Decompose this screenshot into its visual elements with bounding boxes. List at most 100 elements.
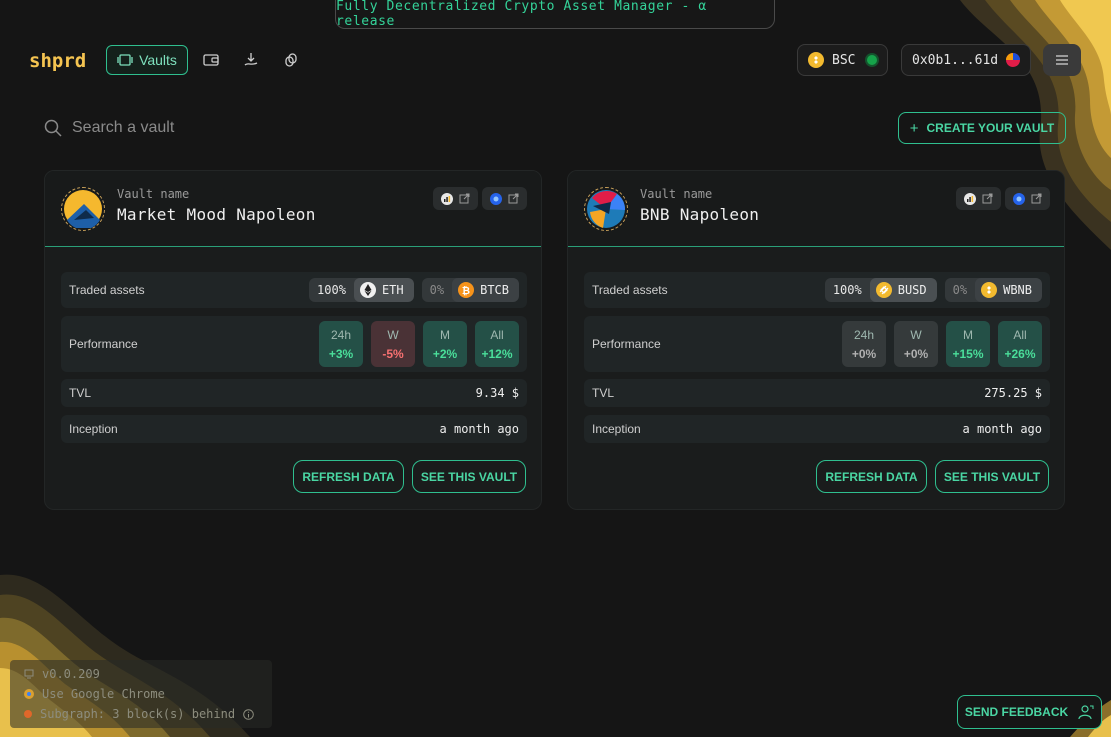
perf-24h: 24h +0% <box>842 321 886 367</box>
network-label: BSC <box>832 52 856 68</box>
asset-symbol: BTCB <box>480 283 509 297</box>
search-bar <box>44 116 344 140</box>
version-line: v0.0.209 <box>24 664 258 684</box>
create-vault-button[interactable]: + CREATE YOUR VAULT <box>898 112 1066 144</box>
wallet-nav-icon[interactable] <box>201 50 221 70</box>
app-logo[interactable]: shprd <box>29 50 86 72</box>
eth-icon <box>359 282 376 298</box>
perf-week: W -5% <box>371 321 415 367</box>
explorer-external-link[interactable] <box>1005 187 1050 210</box>
traded-assets-row: Traded assets 100% BUSD 0% WBNB <box>584 272 1050 308</box>
busd-icon <box>875 282 892 298</box>
vault-card: Vault name Market Mood Napoleon Traded a… <box>44 170 542 510</box>
info-icon[interactable] <box>243 708 254 720</box>
wallet-address: 0x0b1...61d <box>912 52 999 68</box>
refresh-data-button[interactable]: REFRESH DATA <box>816 460 927 493</box>
link-nav-icon[interactable] <box>281 50 301 70</box>
plus-icon: + <box>909 119 919 137</box>
see-vault-button[interactable]: SEE THIS VAULT <box>412 460 526 493</box>
browser-line: Use Google Chrome <box>24 684 258 704</box>
perf-all: All +26% <box>998 321 1042 367</box>
perf-value: +2% <box>432 346 458 361</box>
asset-symbol: ETH <box>381 283 404 297</box>
browser-text: Use Google Chrome <box>42 687 165 701</box>
perf-month: M +15% <box>946 321 990 367</box>
inception-value: a month ago <box>962 422 1042 436</box>
vault-icon <box>117 54 133 66</box>
tvl-label: TVL <box>69 386 92 400</box>
subgraph-text: Subgraph: 3 block(s) behind <box>40 707 236 721</box>
inception-label: Inception <box>592 422 641 436</box>
send-feedback-button[interactable]: SEND FEEDBACK <box>957 695 1102 729</box>
perf-value: +0% <box>851 346 877 361</box>
vault-avatar <box>584 187 628 231</box>
deposit-nav-icon[interactable] <box>241 50 261 70</box>
vault-card-header: Vault name BNB Napoleon <box>568 171 1064 247</box>
subgraph-line: Subgraph: 3 block(s) behind <box>24 704 258 724</box>
inception-value: a month ago <box>439 422 519 436</box>
chart-icon <box>964 192 976 205</box>
perf-value: +15% <box>952 346 984 361</box>
asset-token: ETH <box>353 278 414 302</box>
external-link-icon <box>982 193 993 204</box>
performance-label: Performance <box>69 337 138 351</box>
vault-logo-icon <box>587 190 625 228</box>
inception-row: Inception a month ago <box>61 415 527 443</box>
vault-name: Market Mood Napoleon <box>117 205 316 224</box>
see-vault-button[interactable]: SEE THIS VAULT <box>935 460 1049 493</box>
tvl-value: 275.25 $ <box>984 386 1042 400</box>
release-banner: Fully Decentralized Crypto Asset Manager… <box>335 0 775 29</box>
chart-external-link[interactable] <box>433 187 478 210</box>
perf-24h: 24h +3% <box>319 321 363 367</box>
vault-name-label: Vault name <box>640 187 713 201</box>
tvl-value: 9.34 $ <box>475 386 519 400</box>
refresh-data-button[interactable]: REFRESH DATA <box>293 460 404 493</box>
avatar-pie-icon <box>1006 53 1021 67</box>
asset-chip: 100% ETH <box>309 278 414 302</box>
wallet-address-button[interactable]: 0x0b1...61d <box>901 44 1032 76</box>
hamburger-icon <box>1056 55 1068 65</box>
perf-period: M <box>963 327 973 342</box>
search-input[interactable] <box>72 119 312 137</box>
explorer-icon <box>490 192 502 205</box>
search-icon <box>44 119 62 137</box>
perf-all: All +12% <box>475 321 519 367</box>
perf-value: +3% <box>328 346 354 361</box>
perf-period: All <box>1013 327 1027 342</box>
svg-text:₿: ₿ <box>462 285 470 297</box>
network-selector[interactable]: BSC <box>797 44 889 76</box>
status-panel: v0.0.209 Use Google Chrome Subgraph: 3 b… <box>10 660 272 728</box>
asset-chip: 100% BUSD <box>824 278 937 302</box>
network-status-dot <box>867 55 878 65</box>
nav-vaults-tab[interactable]: Vaults <box>106 45 188 75</box>
chart-external-link[interactable] <box>956 187 1001 210</box>
tvl-label: TVL <box>592 386 615 400</box>
asset-pct: 0% <box>952 283 968 297</box>
menu-button[interactable] <box>1043 44 1081 76</box>
external-link-icon <box>1031 193 1042 204</box>
vault-name: BNB Napoleon <box>640 205 760 224</box>
performance-row: Performance 24h +3% W -5% M +2% All +12% <box>61 316 527 372</box>
chart-icon <box>441 192 453 205</box>
external-link-icon <box>459 193 470 204</box>
monitor-icon <box>24 669 34 679</box>
user-feedback-icon <box>1078 705 1094 720</box>
performance-label: Performance <box>592 337 661 351</box>
perf-period: 24h <box>330 327 352 342</box>
tvl-row: TVL 9.34 $ <box>61 379 527 407</box>
perf-month: M +2% <box>423 321 467 367</box>
perf-value: +12% <box>481 346 513 361</box>
traded-assets-label: Traded assets <box>69 283 145 297</box>
asset-chip: 0% ₿ BTCB <box>421 278 519 302</box>
explorer-icon <box>1013 192 1025 205</box>
performance-row: Performance 24h +0% W +0% M +15% All +26% <box>584 316 1050 372</box>
asset-chip: 0% WBNB <box>944 278 1042 302</box>
traded-assets-label: Traded assets <box>592 283 668 297</box>
asset-pct: 0% <box>429 283 445 297</box>
perf-value: +26% <box>1004 346 1036 361</box>
perf-period: 24h <box>853 327 875 342</box>
chrome-icon <box>24 689 34 699</box>
explorer-external-link[interactable] <box>482 187 527 210</box>
asset-symbol: BUSD <box>897 283 927 297</box>
asset-pct: 100% <box>317 283 346 297</box>
